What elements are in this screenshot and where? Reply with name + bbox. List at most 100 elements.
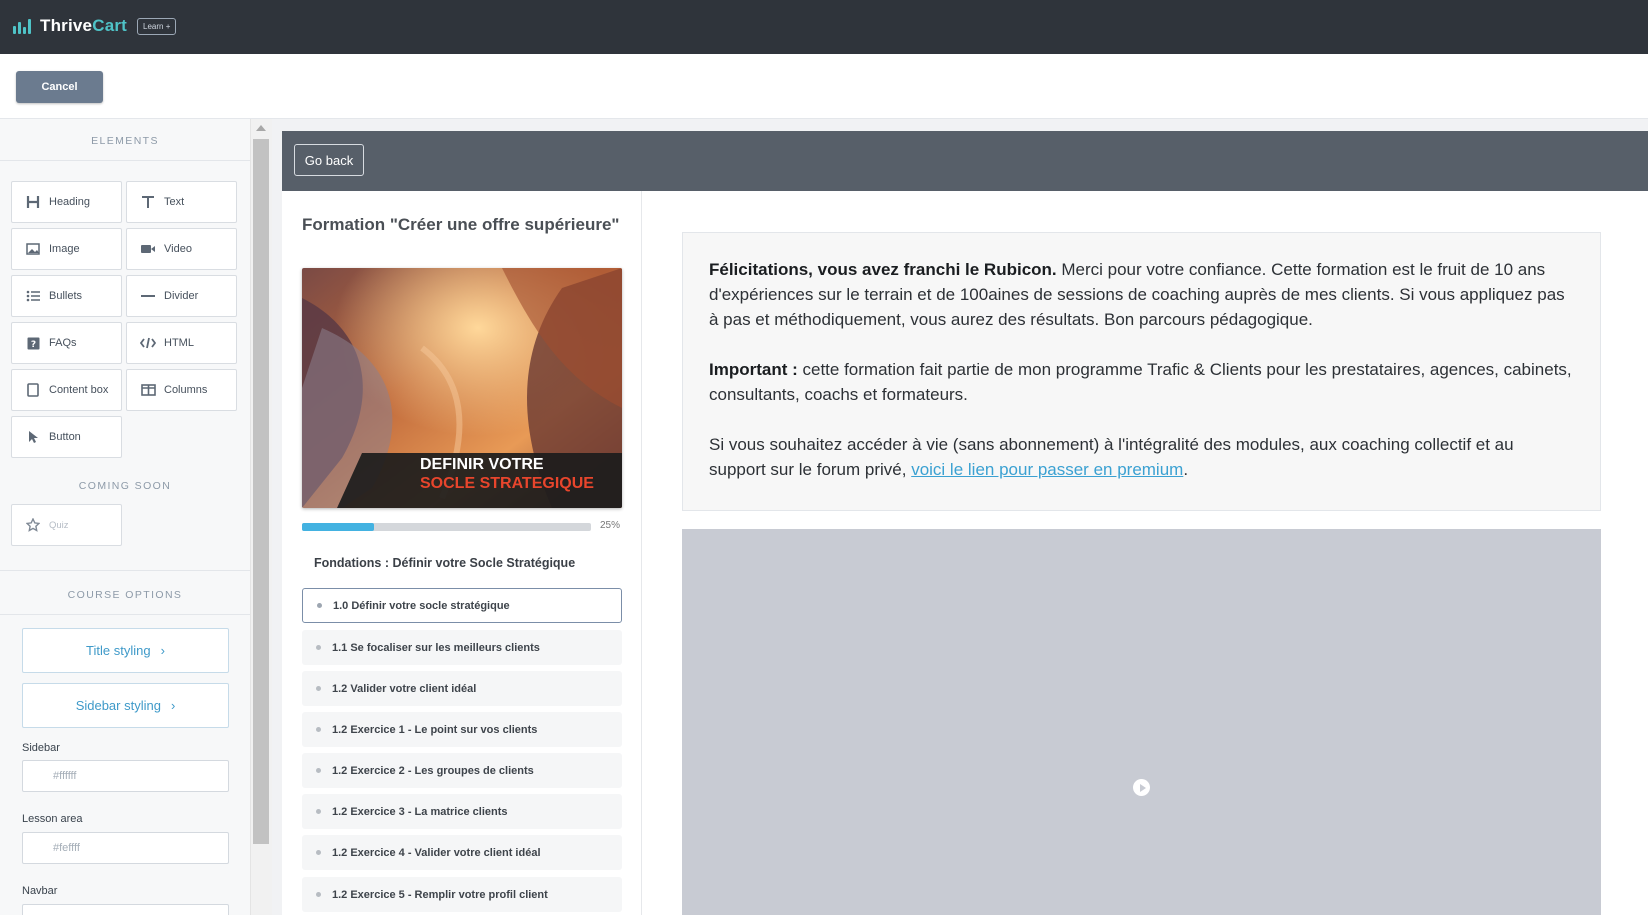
- divider-icon: [140, 288, 156, 304]
- element-label: Bullets: [49, 290, 83, 302]
- intro-bold: Félicitations, vous avez franchi le Rubi…: [709, 260, 1057, 279]
- faqs-element-button[interactable]: ? FAQs: [11, 322, 122, 364]
- element-label: Video: [164, 243, 192, 255]
- html-icon: [140, 335, 156, 351]
- bullet-icon: [316, 768, 321, 773]
- columns-icon: [140, 382, 156, 398]
- lesson-label: 1.2 Exercice 2 - Les groupes de clients: [332, 764, 534, 777]
- elements-title: ELEMENTS: [91, 135, 159, 147]
- video-icon: [140, 241, 156, 257]
- course-progress-bar: [302, 523, 591, 531]
- premium-paragraph: Si vous souhaitez accéder à vie (sans ab…: [709, 432, 1574, 482]
- text-element-button[interactable]: Text: [126, 181, 237, 223]
- element-label: HTML: [164, 337, 194, 349]
- divider: [0, 160, 250, 161]
- top-bar: ThriveCart Learn +: [0, 0, 1648, 54]
- bullet-icon: [316, 645, 321, 650]
- lesson-label: 1.1 Se focaliser sur les meilleurs clien…: [332, 641, 540, 654]
- intro-paragraph: Félicitations, vous avez franchi le Rubi…: [709, 257, 1574, 332]
- title-styling-button[interactable]: Title styling ›: [22, 628, 229, 673]
- text-icon: [140, 194, 156, 210]
- image-element-button[interactable]: Image: [11, 228, 122, 270]
- scrollbar-thumb[interactable]: [253, 139, 269, 844]
- sidebar-color-input[interactable]: #ffffff: [22, 760, 229, 792]
- columns-element-button[interactable]: Columns: [126, 369, 237, 411]
- scroll-up-arrow-icon[interactable]: [256, 125, 266, 131]
- logo-bars-icon: [12, 16, 36, 36]
- element-label: Content box: [49, 384, 109, 396]
- panel-scrollbar[interactable]: [250, 119, 272, 915]
- course-sidebar: Formation "Créer une offre supérieure" D…: [282, 191, 642, 915]
- quiz-element-button: Quiz: [11, 504, 122, 546]
- content-box-element-button[interactable]: Content box: [11, 369, 122, 411]
- element-label: FAQs: [49, 337, 77, 349]
- lesson-item[interactable]: 1.2 Exercice 1 - Le point sur vos client…: [302, 712, 622, 747]
- sidebar-styling-label: Sidebar styling: [75, 698, 161, 713]
- heading-element-button[interactable]: Heading: [11, 181, 122, 223]
- faqs-icon: ?: [25, 335, 41, 351]
- premium-end: .: [1183, 460, 1189, 479]
- lesson-item[interactable]: 1.2 Exercice 3 - La matrice clients: [302, 794, 622, 829]
- image-icon: [25, 241, 41, 257]
- important-text: cette formation fait partie de mon progr…: [709, 360, 1572, 404]
- chevron-right-icon: ›: [160, 643, 165, 658]
- lesson-label: 1.2 Exercice 1 - Le point sur vos client…: [332, 723, 538, 736]
- lesson-label: 1.2 Valider votre client idéal: [332, 682, 477, 695]
- video-element-button[interactable]: Video: [126, 228, 237, 270]
- element-label: Image: [49, 243, 80, 255]
- lesson-item[interactable]: 1.2 Exercice 2 - Les groupes de clients: [302, 753, 622, 788]
- bullet-icon: [316, 686, 321, 691]
- chevron-right-icon: ›: [170, 698, 176, 713]
- element-label: Quiz: [49, 519, 69, 531]
- go-back-button[interactable]: Go back: [294, 144, 364, 176]
- progress-fill: [302, 523, 375, 531]
- premium-link[interactable]: voici le lien pour passer en premium: [911, 460, 1183, 479]
- thrivecart-logo[interactable]: ThriveCart Learn +: [12, 14, 177, 38]
- element-label: Text: [164, 196, 185, 208]
- course-title: Formation "Créer une offre supérieure": [302, 215, 620, 234]
- svg-text:?: ?: [30, 340, 35, 350]
- bullets-icon: [25, 288, 41, 304]
- cancel-button[interactable]: Cancel: [16, 71, 103, 103]
- lesson-area-color-input[interactable]: #feffff: [22, 832, 229, 864]
- course-options-title: COURSE OPTIONS: [67, 589, 183, 601]
- sidebar-styling-button[interactable]: Sidebar styling ›: [22, 683, 229, 728]
- lesson-item-active[interactable]: 1.0 Définir votre socle stratégique: [302, 588, 622, 623]
- html-element-button[interactable]: HTML: [126, 322, 237, 364]
- navbar-color-input[interactable]: [22, 904, 229, 915]
- play-icon[interactable]: [1133, 779, 1150, 796]
- lesson-item[interactable]: 1.2 Exercice 5 - Remplir votre profil cl…: [302, 877, 622, 912]
- bullet-icon: [316, 850, 321, 855]
- divider-element-button[interactable]: Divider: [126, 275, 237, 317]
- bullet-icon: [316, 892, 321, 897]
- lesson-text-block[interactable]: Félicitations, vous avez franchi le Rubi…: [682, 232, 1601, 511]
- learn-plus-badge: Learn +: [137, 17, 177, 35]
- elements-panel: ELEMENTS Heading Text Image Video Bullet…: [0, 119, 250, 915]
- title-styling-label: Title styling: [86, 643, 151, 658]
- module-title: Fondations : Définir votre Socle Stratég…: [314, 556, 576, 570]
- lesson-item[interactable]: 1.2 Valider votre client idéal: [302, 671, 622, 706]
- course-preview: Go back Formation "Créer une offre supér…: [272, 119, 1648, 915]
- button-element-button[interactable]: Button: [11, 416, 122, 458]
- cover-text-line2: SOCLE STRATEGIQUE: [420, 475, 594, 492]
- bullet-icon: [317, 603, 322, 608]
- bullets-element-button[interactable]: Bullets: [11, 275, 122, 317]
- lesson-item[interactable]: 1.2 Exercice 4 - Valider votre client id…: [302, 835, 622, 870]
- lesson-item[interactable]: 1.1 Se focaliser sur les meilleurs clien…: [302, 630, 622, 665]
- cursor-icon: [25, 429, 41, 445]
- video-placeholder[interactable]: [682, 529, 1601, 915]
- bullet-icon: [316, 727, 321, 732]
- navbar-color-label: Navbar: [22, 885, 58, 897]
- cover-text-line1: DEFINIR VOTRE: [420, 456, 544, 473]
- lesson-label: 1.2 Exercice 3 - La matrice clients: [332, 805, 508, 818]
- element-label: Columns: [164, 384, 208, 396]
- lesson-area-color-label: Lesson area: [22, 813, 83, 825]
- course-nav-bar: Go back: [282, 131, 1648, 191]
- divider: [0, 614, 250, 615]
- lesson-label: 1.0 Définir votre socle stratégique: [333, 599, 510, 612]
- lesson-label: 1.2 Exercice 4 - Valider votre client id…: [332, 846, 541, 859]
- element-label: Heading: [49, 196, 90, 208]
- bullet-icon: [316, 809, 321, 814]
- sidebar-color-label: Sidebar: [22, 742, 60, 754]
- content-box-icon: [25, 382, 41, 398]
